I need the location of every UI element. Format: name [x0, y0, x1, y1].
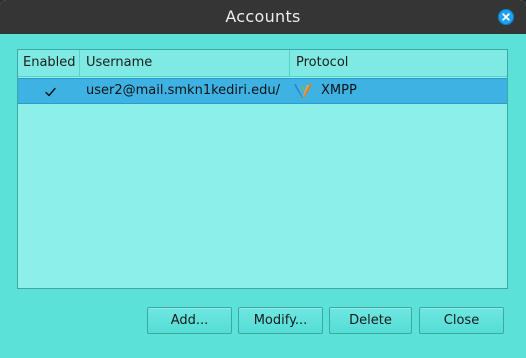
accounts-list[interactable]: Enabled Username Protocol user2@mail.smk… [17, 49, 508, 289]
column-header-protocol[interactable]: Protocol [290, 50, 507, 76]
close-button[interactable]: Close [419, 307, 504, 334]
modify-account-button[interactable]: Modify... [238, 307, 323, 334]
delete-account-button[interactable]: Delete [329, 307, 412, 334]
title-bar[interactable]: Accounts [0, 0, 526, 34]
list-header: Enabled Username Protocol [18, 50, 507, 77]
accounts-dialog: Accounts Enabled Username Protocol user2… [0, 0, 526, 358]
username-cell: user2@mail.smkn1kediri.edu/ [86, 83, 280, 98]
close-window-icon[interactable] [498, 9, 514, 25]
protocol-cell: XMPP [321, 83, 357, 98]
column-header-enabled[interactable]: Enabled [18, 50, 80, 76]
add-account-button[interactable]: Add... [147, 307, 232, 334]
enabled-checkbox[interactable] [44, 84, 57, 97]
xmpp-logo-icon [293, 83, 313, 99]
window-title: Accounts [225, 7, 301, 26]
account-row[interactable]: user2@mail.smkn1kediri.edu/ XMPP [18, 78, 507, 104]
column-header-username[interactable]: Username [80, 50, 290, 76]
